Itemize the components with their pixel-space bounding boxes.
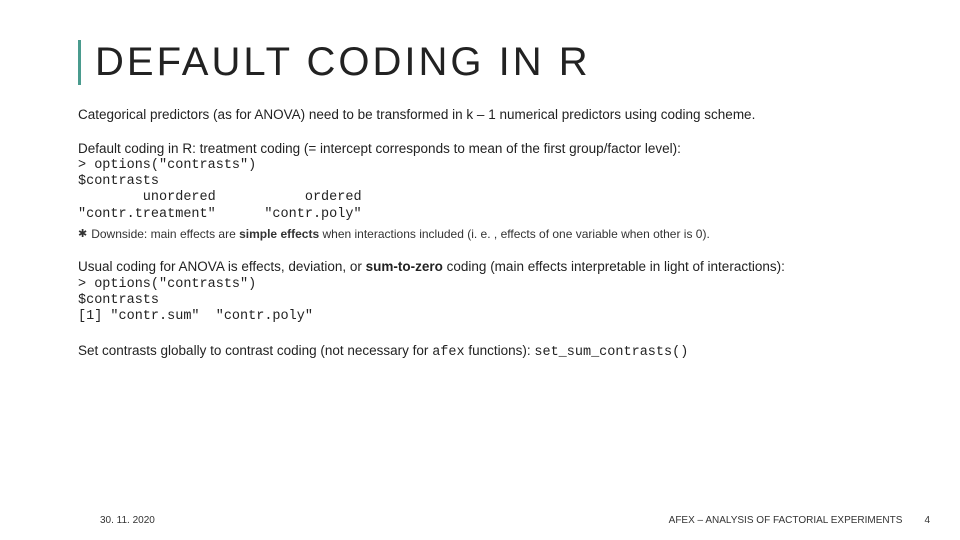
code-line: > options("contrasts")	[78, 277, 256, 292]
code-block-2: > options("contrasts") $contrasts [1] "c…	[78, 277, 882, 326]
code-line: > options("contrasts")	[78, 158, 256, 173]
slide-title: DEFAULT CODING IN R	[95, 40, 882, 85]
footer-label: AFEX – ANALYSIS OF FACTORIAL EXPERIMENTS	[669, 515, 903, 526]
code-line: [1] "contr.sum" "contr.poly"	[78, 309, 313, 324]
text: coding (main effects interpretable in li…	[443, 259, 785, 274]
page-number: 4	[924, 515, 930, 526]
text: when interactions included (i. e. , effe…	[319, 227, 710, 241]
code-line: $contrasts	[78, 174, 159, 189]
text: main effects are	[151, 227, 240, 241]
footer: 30. 11. 2020 AFEX – ANALYSIS OF FACTORIA…	[0, 515, 960, 526]
mono-text: set_sum_contrasts()	[534, 345, 688, 360]
default-coding-paragraph: Default coding in R: treatment coding (=…	[78, 141, 882, 157]
downside-text: Downside: main effects are simple effect…	[91, 227, 710, 241]
bold-text: sum-to-zero	[366, 259, 443, 274]
text: Usual coding for ANOVA is effects, devia…	[78, 259, 366, 274]
footer-date: 30. 11. 2020	[100, 515, 155, 526]
title-accent: DEFAULT CODING IN R	[78, 40, 882, 85]
mono-text: afex	[432, 345, 464, 360]
downside-bullet: ✱ Downside: main effects are simple effe…	[78, 227, 882, 241]
usual-coding-paragraph: Usual coding for ANOVA is effects, devia…	[78, 259, 882, 275]
set-contrasts-paragraph: Set contrasts globally to contrast codin…	[78, 343, 882, 361]
code-line: "contr.treatment" "contr.poly"	[78, 207, 362, 222]
text: Set contrasts globally to contrast codin…	[78, 343, 432, 358]
intro-paragraph: Categorical predictors (as for ANOVA) ne…	[78, 107, 882, 123]
text: functions):	[465, 343, 535, 358]
asterisk-icon: ✱	[78, 227, 87, 241]
text: Downside:	[91, 227, 150, 241]
code-line: unordered ordered	[78, 190, 362, 205]
code-line: $contrasts	[78, 293, 159, 308]
code-block-1: > options("contrasts") $contrasts unorde…	[78, 158, 882, 223]
bold-text: simple effects	[239, 227, 319, 241]
